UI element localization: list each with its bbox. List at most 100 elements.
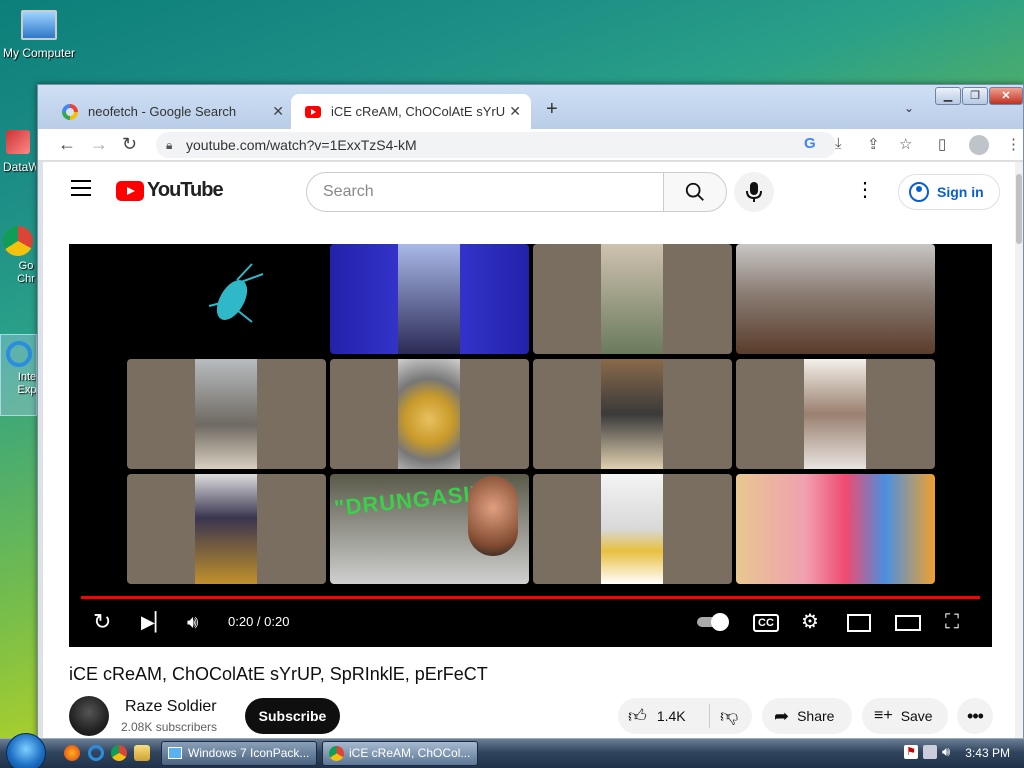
search-button[interactable] bbox=[663, 172, 727, 212]
autoplay-toggle[interactable] bbox=[697, 613, 729, 631]
youtube-page: YouTube Search ⋮ Sign in "DRUNGASI" ↻ ▶︎… bbox=[43, 162, 1017, 740]
desktop-icon-label: DataW bbox=[3, 160, 36, 174]
tab-search-chevron-icon[interactable]: ⌄ bbox=[904, 101, 914, 115]
tab-youtube-video[interactable]: iCE cReAM, ChOColAtE sYrUP, Sp ✕ bbox=[291, 94, 531, 129]
tab-label: iCE cReAM, ChOColAtE sYrUP, Sp bbox=[331, 104, 506, 119]
share-button[interactable]: ➦ Share bbox=[762, 698, 852, 734]
video-tile bbox=[533, 474, 732, 584]
close-window-button[interactable]: ✕ bbox=[989, 87, 1023, 105]
video-tile bbox=[736, 474, 935, 584]
cockroach-icon bbox=[208, 263, 264, 323]
chrome-icon bbox=[3, 226, 33, 256]
desktop-icon-chrome[interactable]: Go Chr bbox=[0, 226, 36, 286]
channel-name[interactable]: Raze Soldier bbox=[125, 698, 217, 716]
address-bar[interactable]: 🔒︎ youtube.com/watch?v=1ExxTzS4-kM bbox=[156, 132, 836, 158]
video-player[interactable]: "DRUNGASI" ↻ ▶︎▏ 🔊︎ 0:20 / 0:20 CC ⚙︎ ⛶ bbox=[69, 244, 992, 647]
firefox-icon[interactable] bbox=[64, 745, 80, 761]
ie-icon bbox=[5, 341, 32, 367]
search-input[interactable]: Search bbox=[306, 172, 664, 212]
close-tab-icon[interactable]: ✕ bbox=[272, 103, 284, 120]
tab-label: neofetch - Google Search bbox=[88, 104, 237, 119]
desktop-icon-my-computer[interactable]: My Computer bbox=[0, 10, 78, 60]
volume-icon[interactable]: 🔊︎ bbox=[187, 610, 198, 634]
reload-button[interactable]: ↻ bbox=[122, 134, 137, 154]
fullscreen-icon[interactable]: ⛶ bbox=[945, 610, 959, 634]
minimize-button[interactable]: ▁ bbox=[935, 87, 961, 105]
video-thumbnail bbox=[601, 474, 663, 584]
profile-avatar-icon[interactable] bbox=[969, 135, 989, 155]
bookmark-star-icon[interactable]: ☆ bbox=[899, 135, 912, 153]
chrome-menu-icon[interactable]: ⋮ bbox=[1006, 135, 1021, 153]
back-button[interactable]: ← bbox=[58, 134, 76, 154]
internet-explorer-icon[interactable] bbox=[88, 745, 104, 761]
video-title: iCE cReAM, ChOColAtE sYrUP, SpRInklE, pE… bbox=[69, 664, 488, 684]
side-panel-icon[interactable]: ▯ bbox=[938, 135, 946, 153]
next-video-icon[interactable]: ▶︎▏ bbox=[141, 610, 169, 634]
google-favicon-icon bbox=[62, 103, 78, 120]
time-display: 0:20 / 0:20 bbox=[228, 614, 290, 629]
like-dislike-group: 👍︎ 1.4K 👎︎ bbox=[618, 698, 752, 734]
desktop-icon-label: Go Chr bbox=[17, 260, 35, 285]
browser-toolbar: ← → ↻ 🔒︎ youtube.com/watch?v=1ExxTzS4-kM… bbox=[38, 129, 1023, 161]
scrollbar-thumb[interactable] bbox=[1016, 174, 1022, 244]
settings-kebab-icon[interactable]: ⋮ bbox=[855, 180, 875, 200]
file-explorer-icon[interactable] bbox=[134, 745, 150, 761]
logo-text: YouTube bbox=[147, 179, 224, 201]
desktop-icon-internet-explorer[interactable]: Inte Exp bbox=[0, 334, 37, 416]
taskbar-item-windows-iconpack[interactable]: Windows 7 IconPack... bbox=[161, 741, 317, 766]
video-thumbnail bbox=[601, 244, 663, 354]
like-count: 1.4K bbox=[656, 708, 686, 724]
youtube-logo[interactable]: YouTube bbox=[116, 179, 224, 202]
dislike-button[interactable]: 👎︎ bbox=[710, 705, 738, 727]
close-tab-icon[interactable]: ✕ bbox=[509, 103, 521, 120]
replay-icon[interactable]: ↻ bbox=[93, 610, 111, 634]
network-icon[interactable] bbox=[923, 745, 937, 759]
sign-in-label: Sign in bbox=[937, 184, 984, 200]
save-button[interactable]: ≡+ Save bbox=[862, 698, 948, 734]
like-button[interactable]: 👍︎ 1.4K bbox=[618, 704, 710, 728]
window-app-icon bbox=[168, 747, 182, 759]
action-center-flag-icon[interactable]: ⚑ bbox=[904, 745, 918, 759]
youtube-favicon-icon bbox=[305, 105, 321, 118]
page-scrollbar[interactable] bbox=[1015, 162, 1023, 740]
start-button[interactable] bbox=[6, 733, 46, 768]
more-actions-button[interactable]: ••• bbox=[957, 698, 993, 734]
desktop-icon-label: Inte Exp bbox=[17, 371, 37, 396]
search-icon bbox=[685, 182, 704, 201]
volume-icon[interactable]: 🔊︎ bbox=[942, 744, 950, 760]
save-label: Save bbox=[900, 708, 933, 724]
video-tile bbox=[127, 474, 326, 584]
clock[interactable]: 3:43 PM bbox=[965, 746, 1010, 760]
miniplayer-icon[interactable] bbox=[847, 614, 871, 632]
google-lens-icon[interactable]: G bbox=[804, 135, 816, 152]
new-tab-button[interactable]: + bbox=[546, 98, 558, 121]
sign-in-button[interactable]: Sign in bbox=[898, 174, 1000, 210]
channel-avatar[interactable] bbox=[69, 696, 109, 736]
progress-bar[interactable] bbox=[81, 596, 980, 599]
video-thumbnail bbox=[601, 359, 663, 469]
youtube-play-icon bbox=[116, 180, 144, 201]
desktop-icon-dataw[interactable]: DataW bbox=[0, 122, 36, 174]
tile-caption-text: "DRUNGASI" bbox=[333, 480, 484, 521]
taskbar-item-chrome[interactable]: iCE cReAM, ChOCol... bbox=[322, 741, 478, 766]
subscribe-button[interactable]: Subscribe bbox=[245, 698, 340, 734]
tab-google-search[interactable]: neofetch - Google Search ✕ bbox=[48, 94, 294, 129]
more-horizontal-icon: ••• bbox=[967, 705, 984, 726]
settings-gear-icon[interactable]: ⚙︎ bbox=[801, 610, 819, 634]
maximize-button[interactable]: ❐ bbox=[962, 87, 988, 105]
captions-button[interactable]: CC bbox=[753, 614, 779, 632]
video-thumbnail bbox=[195, 359, 257, 469]
subscriber-count: 2.08K subscribers bbox=[121, 720, 218, 734]
chrome-icon[interactable] bbox=[111, 745, 127, 761]
install-app-icon[interactable]: ⤓ bbox=[835, 135, 842, 152]
voice-search-button[interactable] bbox=[734, 172, 774, 212]
account-icon bbox=[909, 182, 929, 202]
video-tile bbox=[533, 244, 732, 354]
task-label: iCE cReAM, ChOCol... bbox=[349, 746, 471, 760]
menu-icon[interactable] bbox=[71, 180, 91, 196]
share-page-icon[interactable]: ⇪ bbox=[867, 135, 880, 153]
theater-mode-icon[interactable] bbox=[895, 615, 921, 631]
forward-button[interactable]: → bbox=[90, 134, 108, 154]
video-tile bbox=[330, 359, 529, 469]
video-thumbnail bbox=[398, 359, 460, 469]
